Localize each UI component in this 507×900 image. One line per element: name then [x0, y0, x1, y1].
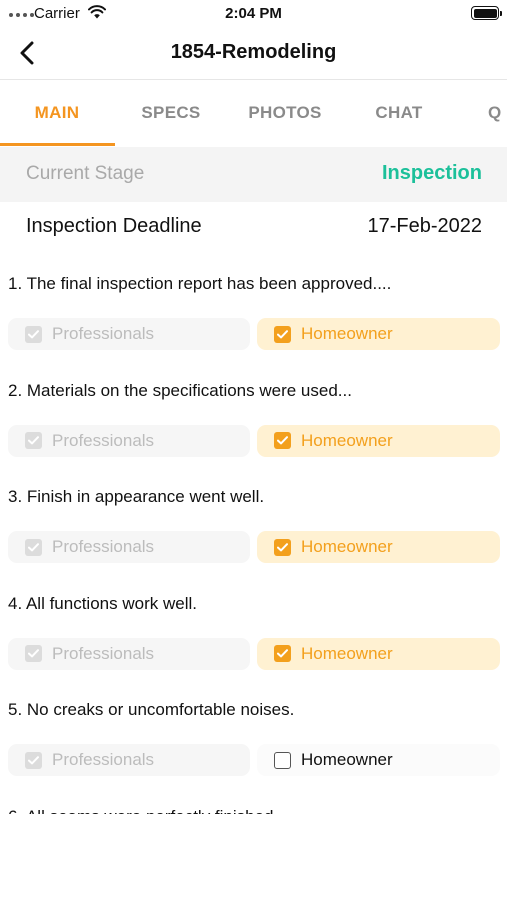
battery-icon — [471, 6, 502, 20]
page-title: 1854-Remodeling — [170, 41, 337, 63]
professionals-checkbox: Professionals — [8, 637, 250, 670]
professionals-label: Professionals — [52, 430, 155, 450]
status-bar: Carrier 2:04 PM — [0, 0, 507, 28]
professionals-label: Professionals — [52, 324, 155, 343]
nav-bar: 1854-Remodeling — [0, 28, 507, 80]
current-stage-row: Current Stage Inspection — [0, 147, 507, 202]
checkbox-unchecked-icon — [274, 751, 291, 769]
status-time: 2:04 PM — [225, 5, 282, 22]
checkbox-checked-icon — [274, 645, 291, 662]
tab-chat[interactable]: CHAT — [342, 80, 456, 146]
checkbox-disabled-icon — [25, 325, 42, 343]
checkbox-disabled-icon — [25, 751, 42, 769]
tab-main[interactable]: MAIN — [0, 80, 114, 146]
inspection-checklist: 1. The final inspection report has been … — [0, 254, 507, 814]
checklist-item: 1. The final inspection report has been … — [0, 254, 507, 361]
homeowner-checkbox[interactable]: Homeowner — [257, 424, 500, 457]
homeowner-label: Homeowner — [301, 324, 393, 343]
tab-photos[interactable]: PHOTOS — [228, 80, 342, 146]
checkbox-checked-icon — [274, 432, 291, 449]
tab-specs[interactable]: SPECS — [114, 80, 228, 146]
inspection-deadline-row: Inspection Deadline 17-Feb-2022 — [0, 202, 507, 254]
professionals-label: Professionals — [52, 537, 155, 556]
professionals-checkbox: Professionals — [8, 744, 250, 776]
homeowner-checkbox[interactable]: Homeowner — [257, 318, 500, 350]
checkbox-checked-icon — [274, 538, 291, 556]
homeowner-label: Homeowner — [301, 537, 393, 556]
checklist-question: 5. No creaks or uncomfortable noises. — [8, 700, 295, 719]
checklist-item: 3. Finish in appearance went well. Profes… — [0, 467, 507, 574]
checklist-question: 1. The final inspection report has been … — [8, 274, 392, 293]
professionals-label: Professionals — [52, 643, 155, 663]
current-stage-label: Current Stage — [26, 163, 145, 184]
checklist-question: 2. Materials on the specifications were … — [8, 380, 352, 400]
homeowner-checkbox[interactable]: Homeowner — [257, 637, 500, 670]
tab-bar: MAIN SPECS PHOTOS CHAT Q — [0, 80, 507, 146]
checklist-item: 5. No creaks or uncomfortable noises. Pro… — [0, 680, 507, 787]
checkbox-disabled-icon — [25, 432, 42, 449]
checklist-item: 4. All functions work well. Professionals… — [0, 574, 507, 681]
checklist-question: 4. All functions work well. — [8, 593, 197, 613]
professionals-label: Professionals — [52, 750, 155, 769]
checkbox-disabled-icon — [25, 538, 42, 556]
professionals-checkbox: Professionals — [8, 424, 250, 457]
tab-partial[interactable]: Q — [488, 80, 507, 146]
inspection-deadline-value: 17-Feb-2022 — [367, 215, 482, 237]
checklist-item: 6. All seams were perfectly finishedProf… — [0, 787, 507, 815]
checkbox-checked-icon — [274, 325, 291, 343]
checklist-question: 3. Finish in appearance went well. — [8, 487, 265, 506]
homeowner-label: Homeowner — [301, 643, 393, 663]
inspection-deadline-label: Inspection Deadline — [26, 215, 202, 237]
homeowner-checkbox[interactable]: Homeowner — [257, 531, 500, 563]
checklist-question: 6. All seams were perfectly finished — [8, 807, 274, 815]
current-stage-value: Inspection — [381, 162, 482, 184]
homeowner-checkbox[interactable]: Homeowner — [257, 744, 500, 776]
active-tab-indicator — [0, 143, 115, 146]
professionals-checkbox: Professionals — [8, 531, 250, 563]
checklist-item: 2. Materials on the specifications were … — [0, 361, 507, 468]
checkbox-disabled-icon — [25, 645, 42, 662]
homeowner-label: Homeowner — [301, 430, 393, 450]
professionals-checkbox: Professionals — [8, 318, 250, 350]
homeowner-label: Homeowner — [301, 750, 393, 769]
